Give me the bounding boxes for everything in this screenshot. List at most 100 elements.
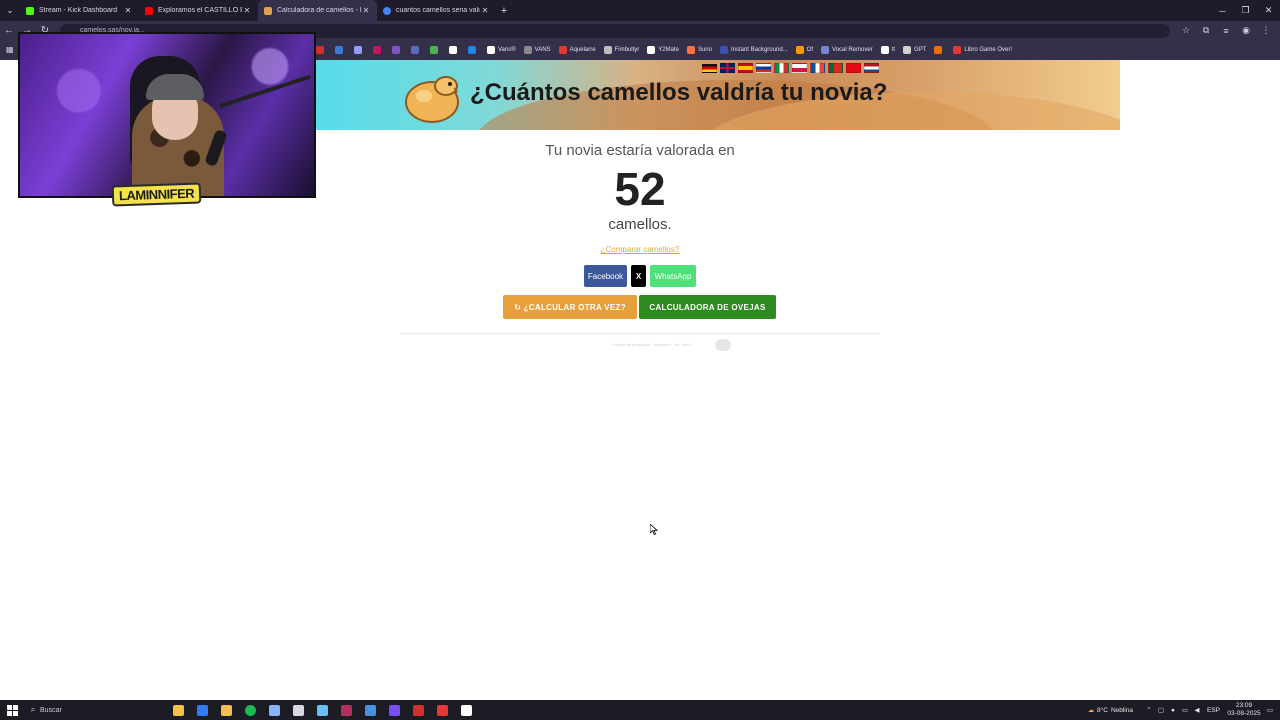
bookmark-item[interactable] bbox=[373, 46, 384, 54]
taskbar-clock[interactable]: 23:09 03-08-2025 bbox=[1224, 702, 1264, 718]
bookmark-item[interactable] bbox=[354, 46, 365, 54]
notifications-icon[interactable]: ▭ bbox=[1264, 706, 1276, 714]
streamer-webcam bbox=[18, 32, 316, 198]
close-tab-icon[interactable]: ✕ bbox=[361, 6, 371, 15]
bookmark-item[interactable] bbox=[316, 46, 327, 54]
media-controls-icon[interactable]: ≡ bbox=[1216, 26, 1236, 36]
windows-start-icon[interactable] bbox=[0, 700, 24, 720]
sheep-calculator-button[interactable]: CALCULADORA DE OVEJAS bbox=[639, 295, 776, 319]
compare-camels-link[interactable]: ¿Comparar camellos? bbox=[316, 245, 964, 254]
taskbar-app-icon[interactable] bbox=[262, 700, 286, 720]
weather-icon[interactable]: ☁ bbox=[1085, 706, 1097, 714]
bookmark-label: GPT bbox=[914, 47, 927, 53]
weather-condition[interactable]: Neblina bbox=[1111, 707, 1133, 714]
taskbar-app-icon[interactable] bbox=[310, 700, 334, 720]
bookmark-favicon-icon bbox=[523, 46, 532, 54]
close-tab-icon[interactable]: ✕ bbox=[123, 6, 133, 15]
taskbar-app-icon[interactable] bbox=[214, 700, 238, 720]
taskbar-app-icon[interactable] bbox=[358, 700, 382, 720]
bookmark-item[interactable]: Libro Game Over! bbox=[953, 46, 1012, 54]
bookmark-item[interactable] bbox=[449, 46, 460, 54]
taskbar-app-icon[interactable] bbox=[334, 700, 358, 720]
bookmark-favicon-icon bbox=[449, 46, 457, 54]
microphone-tray-icon[interactable]: ● bbox=[1167, 707, 1179, 714]
bookmark-item[interactable] bbox=[411, 46, 422, 54]
taskbar-app-icon[interactable] bbox=[406, 700, 430, 720]
flag-spain-icon[interactable] bbox=[738, 63, 753, 73]
tab-google-search[interactable]: cuantos camellos seria valioso ✕ bbox=[377, 0, 496, 21]
back-arrow-icon[interactable]: ← bbox=[0, 25, 18, 36]
chevron-up-icon[interactable]: ⌃ bbox=[1143, 706, 1155, 714]
flag-uk-icon[interactable] bbox=[720, 63, 735, 73]
clock-date: 03-08-2025 bbox=[1227, 710, 1261, 717]
taskbar-app-icon[interactable] bbox=[238, 700, 262, 720]
bookmark-star-icon[interactable]: ☆ bbox=[1176, 25, 1196, 36]
tray-app-icon[interactable]: ▢ bbox=[1155, 706, 1167, 714]
calculate-again-button[interactable]: ↻ ¿CALCULAR OTRA VEZ? bbox=[503, 295, 637, 319]
flag-russia-icon[interactable] bbox=[756, 63, 771, 73]
tab-kick-dashboard[interactable]: Stream - Kick Dashboard ✕ bbox=[20, 0, 139, 21]
bookmark-item[interactable]: Of bbox=[795, 46, 813, 54]
weather-temp[interactable]: 8°C bbox=[1097, 707, 1108, 714]
input-language[interactable]: ESP bbox=[1207, 707, 1220, 714]
bookmark-item[interactable]: GPT bbox=[903, 46, 926, 54]
share-whatsapp-button[interactable]: WhatsApp bbox=[650, 265, 696, 287]
bookmark-item[interactable] bbox=[430, 46, 441, 54]
new-tab-button[interactable]: + bbox=[496, 5, 512, 17]
tab-camel-calculator[interactable]: Calculadora de camellos - la ori ✕ bbox=[258, 0, 377, 21]
tab-youtube-video[interactable]: Exploramos el CASTILLO BUTRO ✕ bbox=[139, 0, 258, 21]
taskbar-app-icon[interactable] bbox=[430, 700, 454, 720]
tab-search-menu-icon[interactable]: ⌄ bbox=[0, 0, 20, 21]
close-tab-icon[interactable]: ✕ bbox=[242, 6, 252, 15]
flag-portugal-icon[interactable] bbox=[828, 63, 843, 73]
bookmark-favicon-icon bbox=[430, 46, 438, 54]
kick-favicon-icon bbox=[26, 6, 34, 15]
bookmark-item[interactable]: VANS bbox=[523, 46, 551, 54]
flag-germany-icon[interactable] bbox=[702, 63, 717, 73]
share-x-button[interactable]: X bbox=[631, 265, 646, 287]
bookmark-item[interactable]: Suno bbox=[686, 46, 712, 54]
extensions-icon[interactable]: ⧉ bbox=[1196, 25, 1216, 36]
taskbar-app-icon[interactable] bbox=[454, 700, 478, 720]
bookmark-item[interactable]: Fimbultyr bbox=[603, 46, 639, 54]
network-icon[interactable]: ▭ bbox=[1179, 706, 1191, 714]
bookmark-item[interactable]: Aquelarre bbox=[558, 46, 596, 54]
bookmark-favicon-icon bbox=[373, 46, 381, 54]
restore-icon[interactable]: ❐ bbox=[1234, 0, 1257, 21]
bookmark-item[interactable] bbox=[335, 46, 346, 54]
bookmark-favicon-icon bbox=[953, 46, 962, 54]
bookmark-item[interactable] bbox=[468, 46, 479, 54]
bookmark-item[interactable]: tt bbox=[880, 46, 895, 54]
taskbar-search-field[interactable]: ⌕ Buscar bbox=[26, 702, 166, 718]
flag-netherlands-icon[interactable] bbox=[864, 63, 879, 73]
flag-poland-icon[interactable] bbox=[792, 63, 807, 73]
bookmark-item[interactable]: Instant Background... bbox=[719, 46, 788, 54]
share-facebook-button[interactable]: Facebook bbox=[584, 265, 627, 287]
volume-icon[interactable]: ◀ bbox=[1191, 706, 1203, 714]
camel-unit-label: camellos. bbox=[608, 216, 672, 233]
bookmark-item[interactable]: Vocal Remover bbox=[821, 46, 873, 54]
footer-credit[interactable]: Política de privacidad · Impresum · Mr. … bbox=[612, 342, 692, 347]
flag-turkey-icon[interactable] bbox=[846, 63, 861, 73]
flag-italy-icon[interactable] bbox=[774, 63, 789, 73]
system-tray: ☁ 8°C Neblina ⌃ ▢ ● ▭ ◀ ESP 23:09 03-08-… bbox=[1085, 700, 1280, 720]
camel-count-value: 52 bbox=[614, 163, 666, 215]
flag-france-icon[interactable] bbox=[810, 63, 825, 73]
minimize-icon[interactable]: ─ bbox=[1211, 0, 1234, 21]
bookmark-item[interactable] bbox=[392, 46, 403, 54]
profile-icon[interactable]: ◉ bbox=[1236, 25, 1256, 36]
browser-menu-icon[interactable]: ⋮ bbox=[1256, 25, 1276, 36]
taskbar-app-icon[interactable] bbox=[286, 700, 310, 720]
taskbar-app-icon[interactable] bbox=[190, 700, 214, 720]
close-tab-icon[interactable]: ✕ bbox=[480, 6, 490, 15]
close-window-icon[interactable]: ✕ bbox=[1257, 0, 1280, 21]
bookmark-item[interactable]: Vans® bbox=[487, 46, 516, 54]
taskbar-app-icon[interactable] bbox=[382, 700, 406, 720]
result-lead-text: Tu novia estaría valorada en bbox=[545, 142, 735, 159]
bookmark-favicon-icon bbox=[647, 46, 656, 54]
bookmark-item[interactable]: Y2Mate bbox=[647, 46, 679, 54]
bookmark-favicon-icon bbox=[880, 46, 889, 54]
bookmark-item[interactable] bbox=[934, 46, 945, 54]
apps-grid-icon[interactable]: ▦ bbox=[6, 45, 16, 55]
taskbar-app-icon[interactable] bbox=[166, 700, 190, 720]
